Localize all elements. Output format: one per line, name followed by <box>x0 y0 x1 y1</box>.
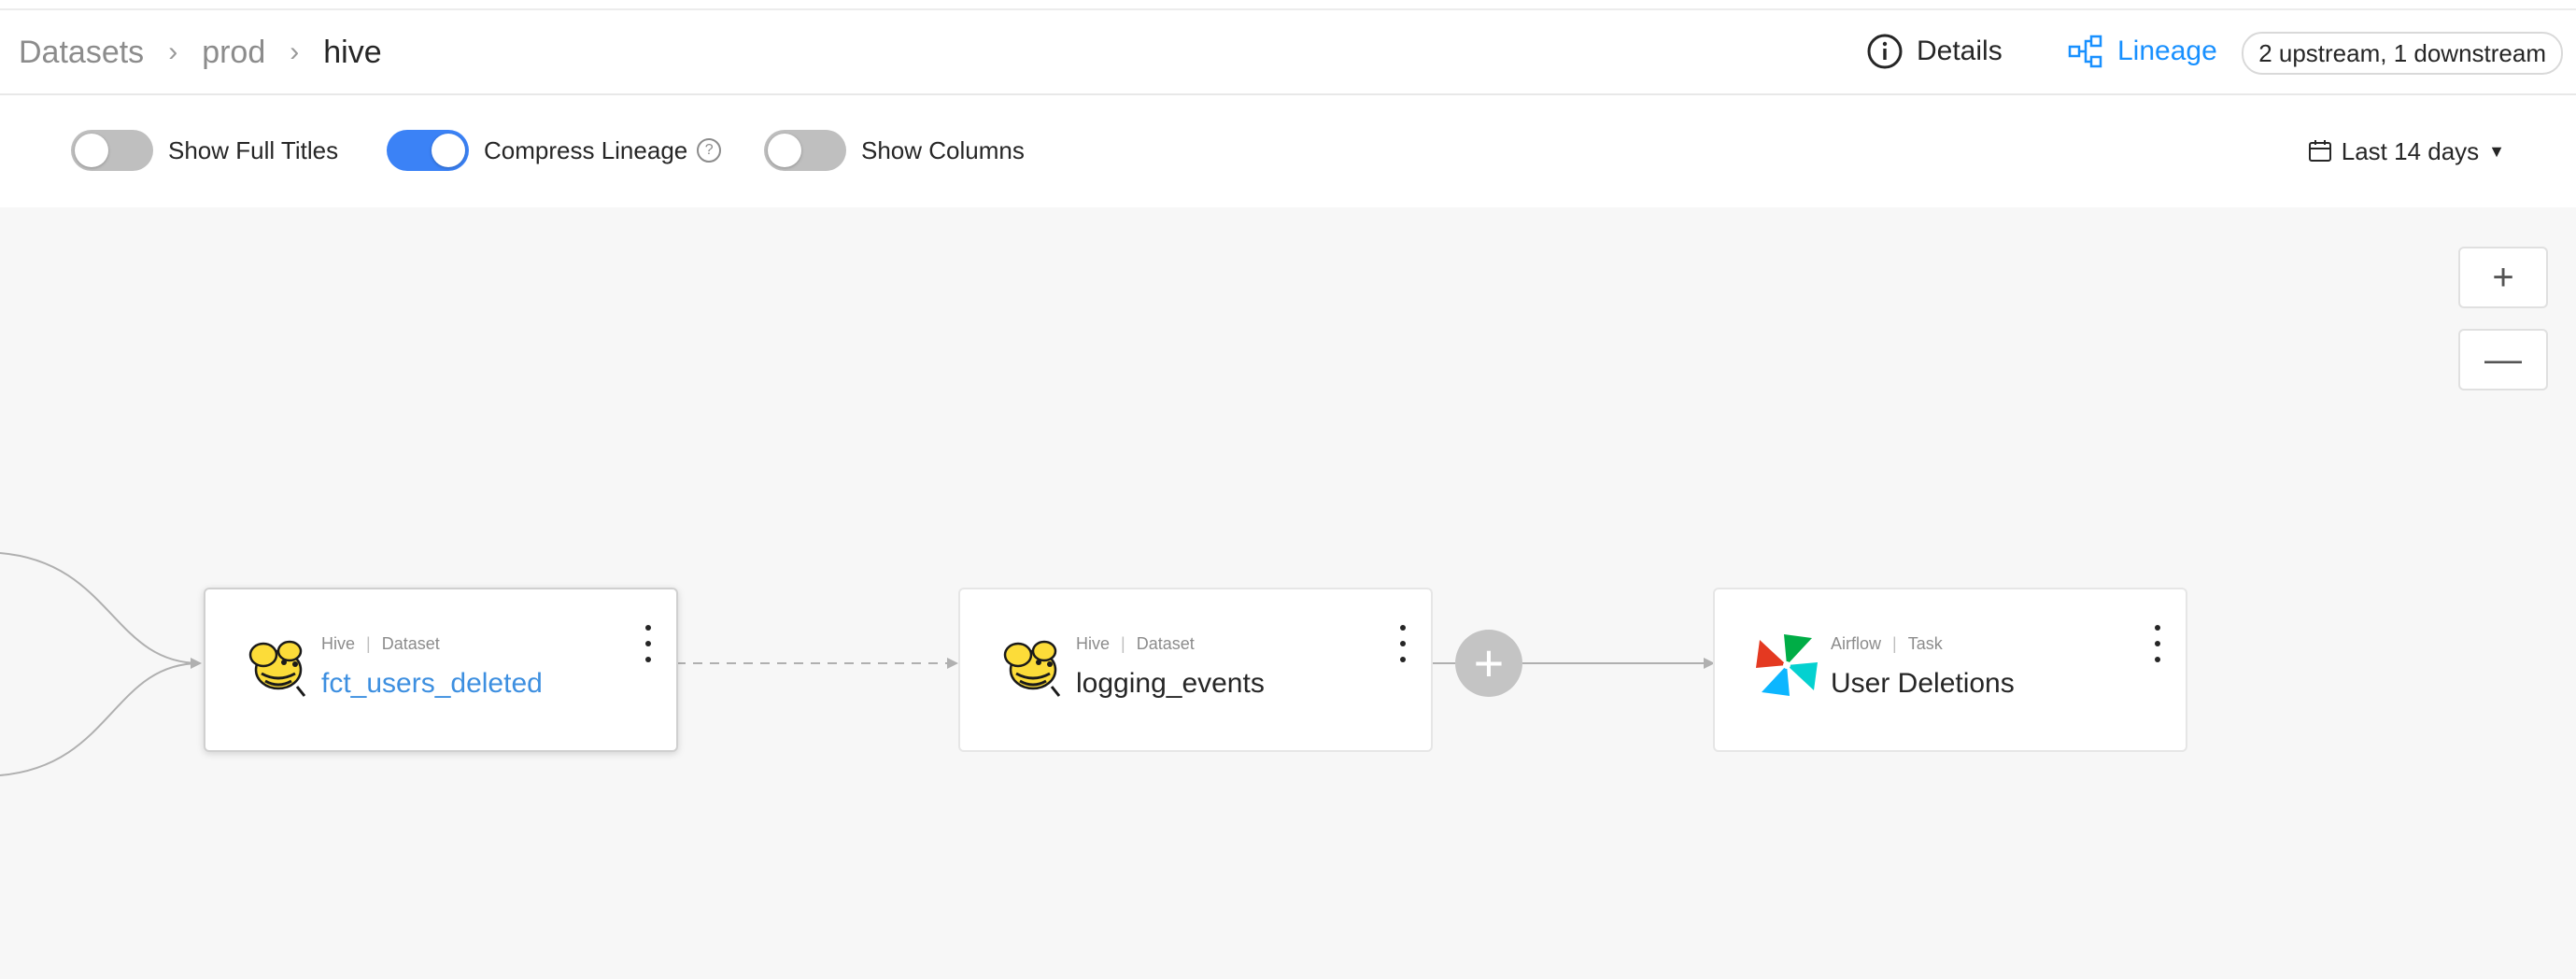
lineage-node-logging-events[interactable]: Hive | Dataset logging_events <box>958 588 1433 752</box>
meta-divider: | <box>366 634 371 653</box>
hive-logo-icon <box>248 640 306 697</box>
chevron-right-icon: › <box>290 36 300 67</box>
entity-header: Datasets › prod › hive Details Lineage 2… <box>0 9 2576 95</box>
more-vertical-icon[interactable] <box>1395 625 1410 662</box>
show-columns-label: Show Columns <box>861 135 1025 164</box>
node-type: Task <box>1907 634 1943 653</box>
lineage-toolbar: Show Full Titles Compress Lineage ? Show… <box>0 95 2576 207</box>
lineage-node-user-deletions[interactable]: Airflow | Task User Deletions <box>1713 588 2187 752</box>
caret-down-icon: ▼ <box>2488 141 2505 161</box>
node-meta: Hive | Dataset <box>321 634 440 654</box>
compress-lineage-switch[interactable] <box>387 130 469 171</box>
breadcrumb-datasets[interactable]: Datasets <box>19 35 144 71</box>
airflow-logo-icon <box>1756 634 1818 696</box>
info-icon <box>1867 34 1903 69</box>
node-platform: Airflow <box>1831 634 1882 653</box>
node-title[interactable]: logging_events <box>1076 668 1265 700</box>
expand-lineage-button[interactable]: + <box>1455 630 1522 697</box>
details-button[interactable]: Details <box>1866 30 2003 73</box>
zoom-in-button[interactable]: + <box>2458 247 2548 308</box>
meta-divider: | <box>1892 634 1897 653</box>
node-type: Dataset <box>381 634 440 653</box>
calendar-icon <box>2308 140 2331 162</box>
node-type: Dataset <box>1136 634 1195 653</box>
node-title[interactable]: fct_users_deleted <box>321 668 543 700</box>
hive-logo-icon <box>1003 640 1061 697</box>
lineage-button[interactable]: Lineage <box>2067 30 2217 73</box>
breadcrumb-hive: hive <box>323 34 382 70</box>
show-full-titles-label: Show Full Titles <box>168 135 339 164</box>
zoom-out-button[interactable]: — <box>2458 329 2548 390</box>
node-platform: Hive <box>321 634 356 653</box>
date-range-label: Last 14 days <box>2341 136 2480 165</box>
show-columns-toggle[interactable]: Show Columns <box>764 129 1025 172</box>
show-full-titles-toggle[interactable]: Show Full Titles <box>71 129 338 172</box>
node-meta: Airflow | Task <box>1831 634 1943 654</box>
lineage-node-fct-users-deleted[interactable]: Hive | Dataset fct_users_deleted <box>204 588 678 752</box>
show-full-titles-switch[interactable] <box>71 130 153 171</box>
show-columns-switch[interactable] <box>764 130 846 171</box>
breadcrumb: Datasets › prod › hive <box>19 32 382 73</box>
lineage-icon <box>2068 35 2102 68</box>
lineage-label: Lineage <box>2117 35 2217 66</box>
meta-divider: | <box>1121 634 1125 653</box>
breadcrumb-prod[interactable]: prod <box>202 35 265 71</box>
more-vertical-icon[interactable] <box>2150 625 2165 662</box>
upstream-edge-bottom <box>0 658 202 776</box>
more-vertical-icon[interactable] <box>641 625 656 662</box>
upstream-edge-top <box>0 552 201 664</box>
node-platform: Hive <box>1076 634 1111 653</box>
node-title[interactable]: User Deletions <box>1831 668 2015 700</box>
question-circle-icon[interactable]: ? <box>697 138 722 163</box>
details-label: Details <box>1917 35 2003 66</box>
lineage-canvas[interactable]: + — Hive | Dataset fct_users_deleted Hiv… <box>0 207 2576 979</box>
compress-lineage-toggle[interactable]: Compress Lineage ? <box>387 129 722 172</box>
lineage-count-badge: 2 upstream, 1 downstream <box>2242 32 2563 75</box>
compress-lineage-label: Compress Lineage <box>484 135 688 164</box>
chevron-right-icon: › <box>168 36 178 67</box>
date-range-dropdown[interactable]: Last 14 days ▼ <box>2308 133 2505 170</box>
node-meta: Hive | Dataset <box>1076 634 1195 654</box>
